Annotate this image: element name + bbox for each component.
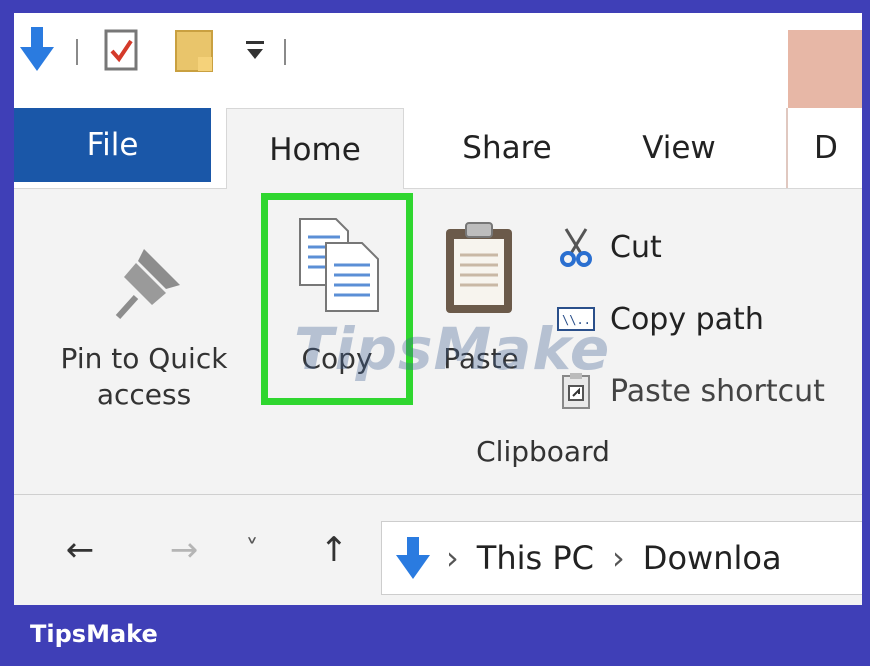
breadcrumb-separator: › (612, 539, 625, 577)
scissors-icon (556, 227, 596, 267)
up-button[interactable]: ↑ (304, 495, 364, 605)
downloads-arrow-icon (396, 537, 430, 579)
pin-icon (114, 245, 184, 325)
pin-label-line2: access (96, 378, 192, 411)
toolbar-separator (284, 39, 286, 65)
copy-path-label: Copy path (610, 301, 764, 337)
copy-button[interactable]: Copy (282, 341, 392, 377)
pin-to-quick-access-button[interactable]: Pin to Quick access (34, 341, 254, 413)
quick-access-toolbar (14, 13, 862, 108)
breadcrumb-downloads[interactable]: Downloa (643, 539, 782, 577)
download-arrow-icon[interactable] (20, 27, 54, 75)
file-explorer-window: File Home Share View D Pin to Quick acce… (14, 13, 862, 605)
tab-view[interactable]: View (614, 108, 744, 188)
forward-button[interactable]: → (154, 495, 214, 605)
paste-shortcut-button[interactable]: Paste shortcut (556, 371, 825, 411)
breadcrumb-this-pc[interactable]: This PC (477, 539, 594, 577)
pin-label-line1: Pin to Quick (60, 342, 228, 375)
footer-brand: TipsMake (30, 620, 158, 648)
new-folder-icon[interactable] (174, 29, 214, 77)
back-button[interactable]: ← (50, 495, 110, 605)
breadcrumb-separator: › (446, 539, 459, 577)
cut-button[interactable]: Cut (556, 227, 662, 267)
tab-partial[interactable]: D (804, 108, 862, 188)
address-bar[interactable]: › This PC › Downloa (381, 521, 862, 595)
ribbon-home: Pin to Quick access Copy Paste Cut \\...… (14, 189, 862, 495)
ribbon-tabs: File Home Share View D (14, 108, 862, 190)
svg-text:\\...: \\... (562, 313, 595, 327)
tab-home[interactable]: Home (226, 108, 404, 190)
toolbar-separator (76, 39, 78, 65)
properties-icon[interactable] (104, 29, 138, 75)
tab-file[interactable]: File (14, 108, 211, 182)
tab-share[interactable]: Share (432, 108, 582, 188)
paste-button[interactable]: Paste (426, 341, 536, 377)
tab-divider (786, 108, 788, 188)
paste-icon (442, 219, 516, 319)
paste-shortcut-label: Paste shortcut (610, 373, 825, 409)
recent-locations-button[interactable]: ˅ (232, 495, 272, 605)
title-accent (788, 30, 862, 108)
clipboard-group-label: Clipboard (476, 435, 610, 468)
customize-toolbar-icon[interactable] (244, 39, 266, 67)
navigation-bar: ← → ˅ ↑ › This PC › Downloa (14, 495, 862, 605)
copy-icon (296, 215, 382, 319)
cut-label: Cut (610, 229, 662, 265)
paste-shortcut-icon (556, 371, 596, 411)
copy-path-icon: \\... (556, 299, 596, 339)
copy-path-button[interactable]: \\... Copy path (556, 299, 764, 339)
